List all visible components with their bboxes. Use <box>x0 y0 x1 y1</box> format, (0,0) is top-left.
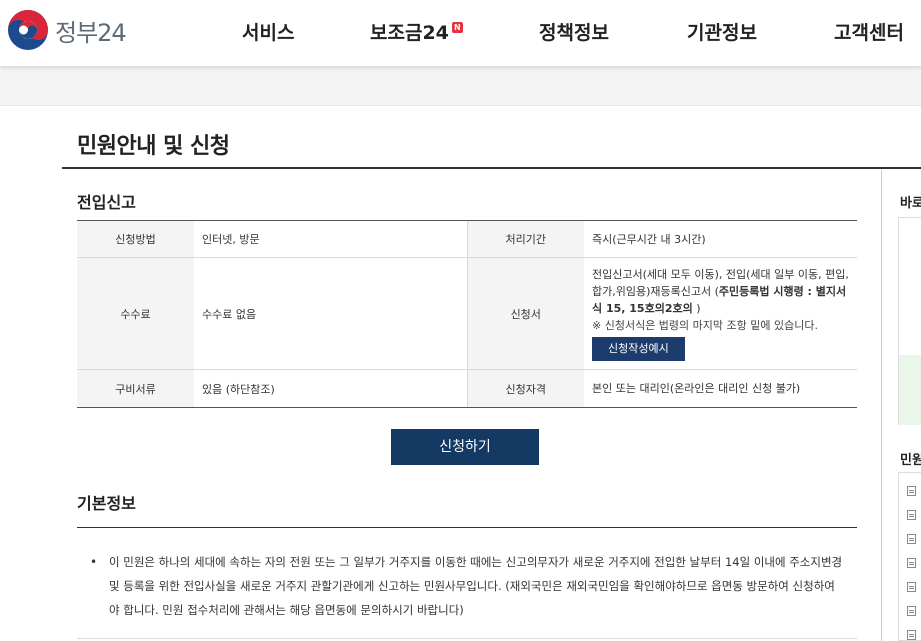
document-icon[interactable] <box>907 558 916 568</box>
qualification-label: 신청자격 <box>466 369 584 408</box>
document-icon[interactable] <box>907 582 916 592</box>
bullet-icon: • <box>90 555 98 569</box>
form-label: 신청서 <box>466 257 584 370</box>
period-value: 즉시(근무시간 내 3시간) <box>584 220 857 258</box>
form-example-button[interactable]: 신청작성예시 <box>592 337 685 361</box>
page-title: 민원안내 및 신청 <box>77 134 230 159</box>
nav-subsidy-label: 보조금24 <box>370 22 449 44</box>
table-row: 구비서류 있음 (하단참조) 신청자격 본인 또는 대리인(온라인은 대리인 신… <box>77 369 857 408</box>
basic-info-text: • 이 민원은 하나의 세대에 속하는 자의 전원 또는 그 일부가 거주지를 … <box>90 550 843 622</box>
side-title-civil: 민원 <box>900 453 921 468</box>
document-icon[interactable] <box>907 534 916 544</box>
qualification-value: 본인 또는 대리인(온라인은 대리인 신청 불가) <box>584 369 857 408</box>
logo[interactable]: 정부24 <box>7 9 127 51</box>
method-value: 인터넷, 방문 <box>194 220 467 258</box>
sub-bar <box>0 66 921 106</box>
period-label: 처리기간 <box>466 220 584 258</box>
nav-subsidy[interactable]: 보조금24 N <box>370 18 463 45</box>
nav-policy[interactable]: 정책정보 <box>539 18 609 45</box>
info-table: 신청방법 인터넷, 방문 처리기간 즉시(근무시간 내 3시간) 수수료 수수료… <box>77 220 857 408</box>
fee-label: 수수료 <box>77 257 194 370</box>
form-text-end: ) <box>692 302 701 315</box>
table-row: 신청방법 인터넷, 방문 처리기간 즉시(근무시간 내 3시간) <box>77 220 857 258</box>
nav-customer-center[interactable]: 고객센터 <box>834 18 904 45</box>
basic-info-divider <box>77 527 857 528</box>
table-row: 수수료 수수료 없음 신청서 전입신고서(세대 모두 이동), 전입(세대 일부… <box>77 257 857 370</box>
section-title: 전입신고 <box>77 193 136 212</box>
new-badge: N <box>451 22 463 33</box>
basic-info-bottom-divider <box>77 638 857 639</box>
document-icon[interactable] <box>907 606 916 616</box>
basic-info-title: 기본정보 <box>77 494 136 513</box>
docs-value: 있음 (하단참조) <box>194 369 467 408</box>
form-value: 전입신고서(세대 모두 이동), 전입(세대 일부 이동, 편입,합가,위임용)… <box>584 257 857 370</box>
basic-info-paragraph: 이 민원은 하나의 세대에 속하는 자의 전원 또는 그 일부가 거주지를 이동… <box>109 555 843 617</box>
side-title-shortcut: 바로 <box>900 196 921 211</box>
apply-button[interactable]: 신청하기 <box>391 429 539 465</box>
docs-label: 구비서류 <box>77 369 194 408</box>
document-icon[interactable] <box>907 486 916 496</box>
document-icon[interactable] <box>907 510 916 520</box>
document-icon[interactable] <box>907 630 916 640</box>
site-header: 정부24 서비스 보조금24 N 정책정보 기관정보 고객센터 <box>0 0 921 66</box>
form-note: ※ 신청서식은 법령의 마지막 조항 밑에 있습니다. <box>592 319 818 332</box>
nav-services[interactable]: 서비스 <box>242 18 294 45</box>
taegeuk-logo-icon <box>8 10 48 50</box>
side-highlight-box <box>899 355 921 425</box>
method-label: 신청방법 <box>77 220 194 258</box>
fee-value: 수수료 없음 <box>194 257 467 370</box>
nav-agency[interactable]: 기관정보 <box>687 18 757 45</box>
logo-text: 정부24 <box>55 18 127 47</box>
side-panel-divider <box>881 170 882 641</box>
title-divider <box>62 167 921 169</box>
